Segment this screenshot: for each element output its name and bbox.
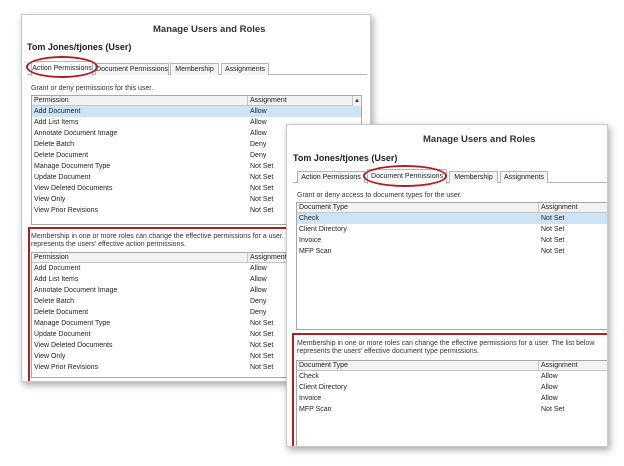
tab-assignments[interactable]: Assignments xyxy=(500,171,548,183)
tab-action-permissions[interactable]: Action Permissions xyxy=(297,171,365,183)
tab-membership[interactable]: Membership xyxy=(170,63,219,75)
column-header-assignment: Assignment xyxy=(541,362,578,369)
tab-document-permissions[interactable]: Document Permissions xyxy=(95,63,169,75)
effective-document-type-grid[interactable]: Document Type Assignment Check Allow Clie… xyxy=(296,360,607,446)
grid-header: Permission Assignment xyxy=(32,96,361,106)
column-header-document-type: Document Type xyxy=(299,362,348,369)
table-row[interactable]: Invoice Allow xyxy=(297,393,607,404)
user-heading: Tom Jones/tjones (User) xyxy=(27,42,132,52)
table-row[interactable]: Client Directory Not Set xyxy=(297,224,607,235)
scroll-up-icon[interactable]: ▲ xyxy=(352,96,361,106)
table-row[interactable]: MFP Scan Not Set xyxy=(297,404,607,415)
grid-header: Document Type Assignment xyxy=(297,361,607,371)
tab-assignments[interactable]: Assignments xyxy=(221,63,269,75)
document-type-grid[interactable]: Document Type Assignment Check Not Set Cl… xyxy=(296,202,607,330)
table-row[interactable]: Client Directory Allow xyxy=(297,382,607,393)
column-header-permission: Permission xyxy=(34,254,69,261)
column-header-assignment: Assignment xyxy=(250,254,287,261)
grid-header: Document Type Assignment xyxy=(297,203,607,213)
table-row[interactable]: Invoice Not Set xyxy=(297,235,607,246)
tab-strip: Action Permissions Document Permissions … xyxy=(27,61,367,76)
tab-membership[interactable]: Membership xyxy=(449,171,498,183)
tab-document-permissions[interactable]: Document Permissions xyxy=(367,169,447,184)
table-row[interactable]: Check Allow xyxy=(297,371,607,382)
column-header-document-type: Document Type xyxy=(299,204,348,211)
column-header-assignment: Assignment xyxy=(541,204,578,211)
user-heading: Tom Jones/tjones (User) xyxy=(293,153,398,163)
grant-text: Grant or deny access to document types f… xyxy=(297,192,462,199)
tab-strip: Action Permissions Document Permissions … xyxy=(293,169,607,184)
table-row[interactable]: Add Document Allow xyxy=(32,106,361,118)
column-header-assignment: Assignment xyxy=(250,97,287,104)
membership-text: Membership in one or more roles can chan… xyxy=(297,340,595,355)
manage-users-window-document: Manage Users and Roles Tom Jones/tjones … xyxy=(286,124,608,447)
table-row[interactable]: Check Not Set xyxy=(297,213,607,225)
table-row[interactable]: MFP Scan Not Set xyxy=(297,246,607,257)
column-header-permission: Permission xyxy=(34,97,69,104)
tab-action-permissions[interactable]: Action Permissions xyxy=(31,61,93,76)
window-title: Manage Users and Roles xyxy=(153,24,266,35)
window-title: Manage Users and Roles xyxy=(423,134,536,145)
grant-text: Grant or deny permissions for this user. xyxy=(31,85,154,92)
